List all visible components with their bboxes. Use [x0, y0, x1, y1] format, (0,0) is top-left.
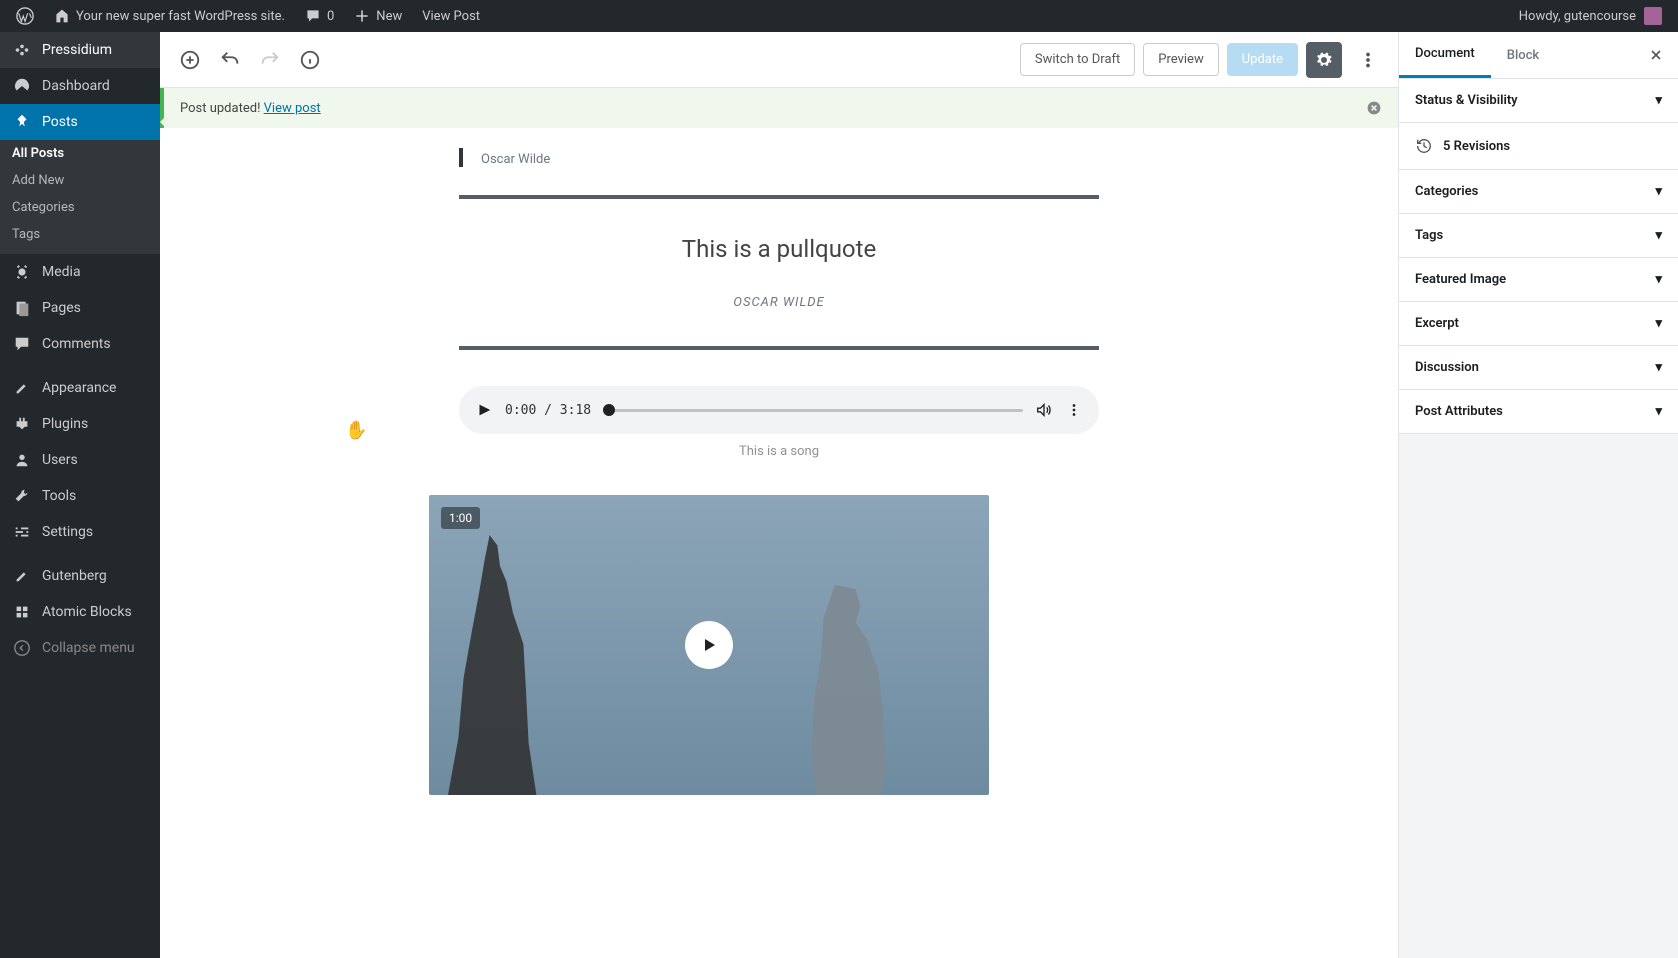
- panel-featured-image[interactable]: Featured Image▾: [1399, 258, 1678, 302]
- document-sidebar: Document Block Status & Visibility▾ 5 Re…: [1398, 32, 1678, 958]
- sidebar-collapse[interactable]: Collapse menu: [0, 630, 160, 666]
- quote-block[interactable]: Oscar Wilde: [459, 148, 1099, 167]
- plugins-icon: [12, 414, 32, 434]
- panel-status[interactable]: Status & Visibility▾: [1399, 79, 1678, 123]
- comments-link[interactable]: 0: [297, 0, 342, 32]
- redo-button[interactable]: [252, 42, 288, 78]
- user-menu[interactable]: Howdy, gutencourse: [1519, 7, 1670, 25]
- panel-tags[interactable]: Tags▾: [1399, 214, 1678, 258]
- audio-time: 0:00 / 3:18: [505, 403, 591, 418]
- host-brand[interactable]: Pressidium: [0, 32, 160, 68]
- user-avatar-icon: [1644, 7, 1662, 25]
- panel-excerpt[interactable]: Excerpt▾: [1399, 302, 1678, 346]
- new-label: New: [376, 9, 402, 24]
- audio-caption: This is a song: [459, 444, 1099, 459]
- site-link[interactable]: Your new super fast WordPress site.: [46, 0, 293, 32]
- editor-toolbar: Switch to Draft Preview Update: [160, 32, 1398, 88]
- sidebar-close-button[interactable]: [1634, 33, 1678, 77]
- add-block-button[interactable]: [172, 42, 208, 78]
- history-icon: [1415, 137, 1433, 155]
- video-play-button[interactable]: [685, 621, 733, 669]
- video-silhouette-spire: [435, 535, 565, 795]
- chevron-down-icon: ▾: [1655, 404, 1662, 419]
- notice-close-button[interactable]: [1366, 100, 1382, 116]
- chevron-down-icon: ▾: [1655, 184, 1662, 199]
- view-post-link[interactable]: View Post: [414, 0, 488, 32]
- pressidium-icon: [12, 40, 32, 60]
- pin-icon: [12, 112, 32, 132]
- sidebar-pages[interactable]: Pages: [0, 290, 160, 326]
- panel-revisions[interactable]: 5 Revisions: [1399, 123, 1678, 170]
- switch-draft-button[interactable]: Switch to Draft: [1020, 43, 1135, 76]
- chevron-down-icon: ▾: [1655, 316, 1662, 331]
- sidebar-atomic[interactable]: Atomic Blocks: [0, 594, 160, 630]
- tab-block[interactable]: Block: [1491, 34, 1555, 77]
- pullquote-text: This is a pullquote: [479, 235, 1079, 263]
- site-title: Your new super fast WordPress site.: [76, 9, 285, 24]
- panel-categories[interactable]: Categories▾: [1399, 170, 1678, 214]
- tab-document[interactable]: Document: [1399, 32, 1491, 78]
- users-icon: [12, 450, 32, 470]
- volume-icon[interactable]: [1035, 401, 1053, 419]
- chevron-down-icon: ▾: [1655, 228, 1662, 243]
- pages-icon: [12, 298, 32, 318]
- sidebar-tags[interactable]: Tags: [0, 221, 160, 254]
- audio-block[interactable]: 0:00 / 3:18: [459, 386, 1099, 434]
- info-button[interactable]: [292, 42, 328, 78]
- sidebar-settings[interactable]: Settings: [0, 514, 160, 550]
- notice-text: Post updated!: [180, 101, 264, 116]
- appearance-icon: [12, 378, 32, 398]
- chevron-down-icon: ▾: [1655, 93, 1662, 108]
- quote-citation: Oscar Wilde: [481, 152, 550, 167]
- play-icon[interactable]: [475, 401, 493, 419]
- comments-count: 0: [327, 9, 334, 24]
- admin-sidebar: Pressidium Dashboard Posts All Posts Add…: [0, 32, 160, 958]
- settings-icon: [12, 522, 32, 542]
- notice-bar: Post updated! View post: [160, 88, 1398, 128]
- sidebar-appearance[interactable]: Appearance: [0, 370, 160, 406]
- sidebar-plugins[interactable]: Plugins: [0, 406, 160, 442]
- sidebar-tools[interactable]: Tools: [0, 478, 160, 514]
- undo-button[interactable]: [212, 42, 248, 78]
- panel-discussion[interactable]: Discussion▾: [1399, 346, 1678, 390]
- editor-canvas[interactable]: Oscar Wilde This is a pullquote OSCAR WI…: [160, 128, 1398, 958]
- settings-toggle-button[interactable]: [1306, 42, 1342, 78]
- atomic-icon: [12, 602, 32, 622]
- collapse-icon: [12, 638, 32, 658]
- audio-more-icon[interactable]: [1065, 401, 1083, 419]
- more-options-button[interactable]: [1350, 42, 1386, 78]
- sidebar-all-posts[interactable]: All Posts: [0, 140, 160, 167]
- tools-icon: [12, 486, 32, 506]
- editor-area: Switch to Draft Preview Update Post upda…: [160, 32, 1398, 958]
- howdy-text: Howdy, gutencourse: [1519, 9, 1636, 24]
- cursor-icon: ✋: [345, 420, 367, 441]
- preview-button[interactable]: Preview: [1143, 43, 1218, 76]
- sidebar-comments[interactable]: Comments: [0, 326, 160, 362]
- sidebar-media[interactable]: Media: [0, 254, 160, 290]
- video-block[interactable]: 1:00: [429, 495, 989, 795]
- new-link[interactable]: New: [346, 0, 410, 32]
- sidebar-dashboard[interactable]: Dashboard: [0, 68, 160, 104]
- notice-link[interactable]: View post: [264, 101, 321, 116]
- panel-post-attributes[interactable]: Post Attributes▾: [1399, 390, 1678, 434]
- chevron-down-icon: ▾: [1655, 360, 1662, 375]
- sidebar-users[interactable]: Users: [0, 442, 160, 478]
- sidebar-categories[interactable]: Categories: [0, 194, 160, 221]
- pullquote-block[interactable]: This is a pullquote OSCAR WILDE: [459, 195, 1099, 350]
- chevron-down-icon: ▾: [1655, 272, 1662, 287]
- media-icon: [12, 262, 32, 282]
- update-button[interactable]: Update: [1227, 43, 1298, 76]
- video-silhouette-statue: [789, 585, 904, 795]
- sidebar-posts[interactable]: Posts: [0, 104, 160, 140]
- comments-icon: [12, 334, 32, 354]
- admin-bar: Your new super fast WordPress site. 0 Ne…: [0, 0, 1678, 32]
- wp-logo[interactable]: [8, 0, 42, 32]
- audio-scrubber[interactable]: [603, 409, 1023, 412]
- sidebar-gutenberg[interactable]: Gutenberg: [0, 558, 160, 594]
- pullquote-citation: OSCAR WILDE: [733, 295, 824, 310]
- dashboard-icon: [12, 76, 32, 96]
- sidebar-add-new[interactable]: Add New: [0, 167, 160, 194]
- video-duration-badge: 1:00: [441, 507, 480, 529]
- gutenberg-icon: [12, 566, 32, 586]
